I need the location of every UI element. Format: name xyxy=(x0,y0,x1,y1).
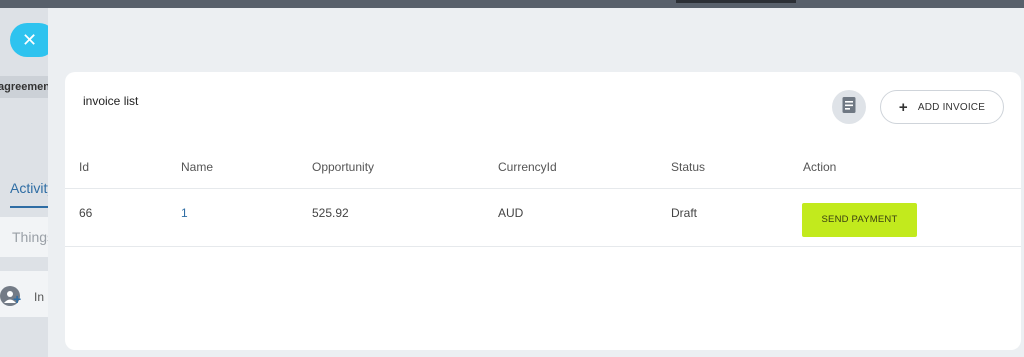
send-payment-button[interactable]: SEND PAYMENT xyxy=(802,203,917,237)
notes-button[interactable] xyxy=(832,90,866,124)
activity-tab-underline xyxy=(10,206,48,208)
things-input[interactable]: Things xyxy=(0,217,48,257)
cell-opportunity: 525.92 xyxy=(312,206,349,220)
add-invoice-label: ADD INVOICE xyxy=(917,101,986,113)
cell-status: Draft xyxy=(671,206,698,220)
cell-id: 66 xyxy=(79,206,93,220)
top-bar-tab[interactable] xyxy=(676,0,796,3)
add-user-icon[interactable]: + xyxy=(13,291,21,307)
table-row: 66 1 525.92 AUD Draft SEND PAYMENT xyxy=(65,188,1021,247)
plus-icon: + xyxy=(898,98,908,116)
background-row-label: In xyxy=(34,290,45,304)
add-invoice-button[interactable]: + ADD INVOICE xyxy=(880,90,1004,124)
header-currency: CurrencyId xyxy=(498,160,557,174)
card-title: invoice list xyxy=(83,94,139,108)
invoice-card: invoice list + ADD INVOICE Id Name Oppor… xyxy=(65,72,1021,350)
invoice-panel-overlay: invoice list + ADD INVOICE Id Name Oppor… xyxy=(48,8,1024,357)
table-header: Id Name Opportunity CurrencyId Status Ac… xyxy=(65,158,1021,189)
header-opportunity: Opportunity xyxy=(312,160,375,174)
header-action: Action xyxy=(803,160,837,174)
top-bar xyxy=(0,0,1024,8)
cell-currency: AUD xyxy=(498,206,524,220)
agreement-tab[interactable]: agreement xyxy=(0,76,48,98)
cell-name-link[interactable]: 1 xyxy=(181,206,188,220)
document-icon xyxy=(841,96,857,119)
header-id: Id xyxy=(79,160,90,174)
header-name: Name xyxy=(181,160,214,174)
header-status: Status xyxy=(671,160,706,174)
